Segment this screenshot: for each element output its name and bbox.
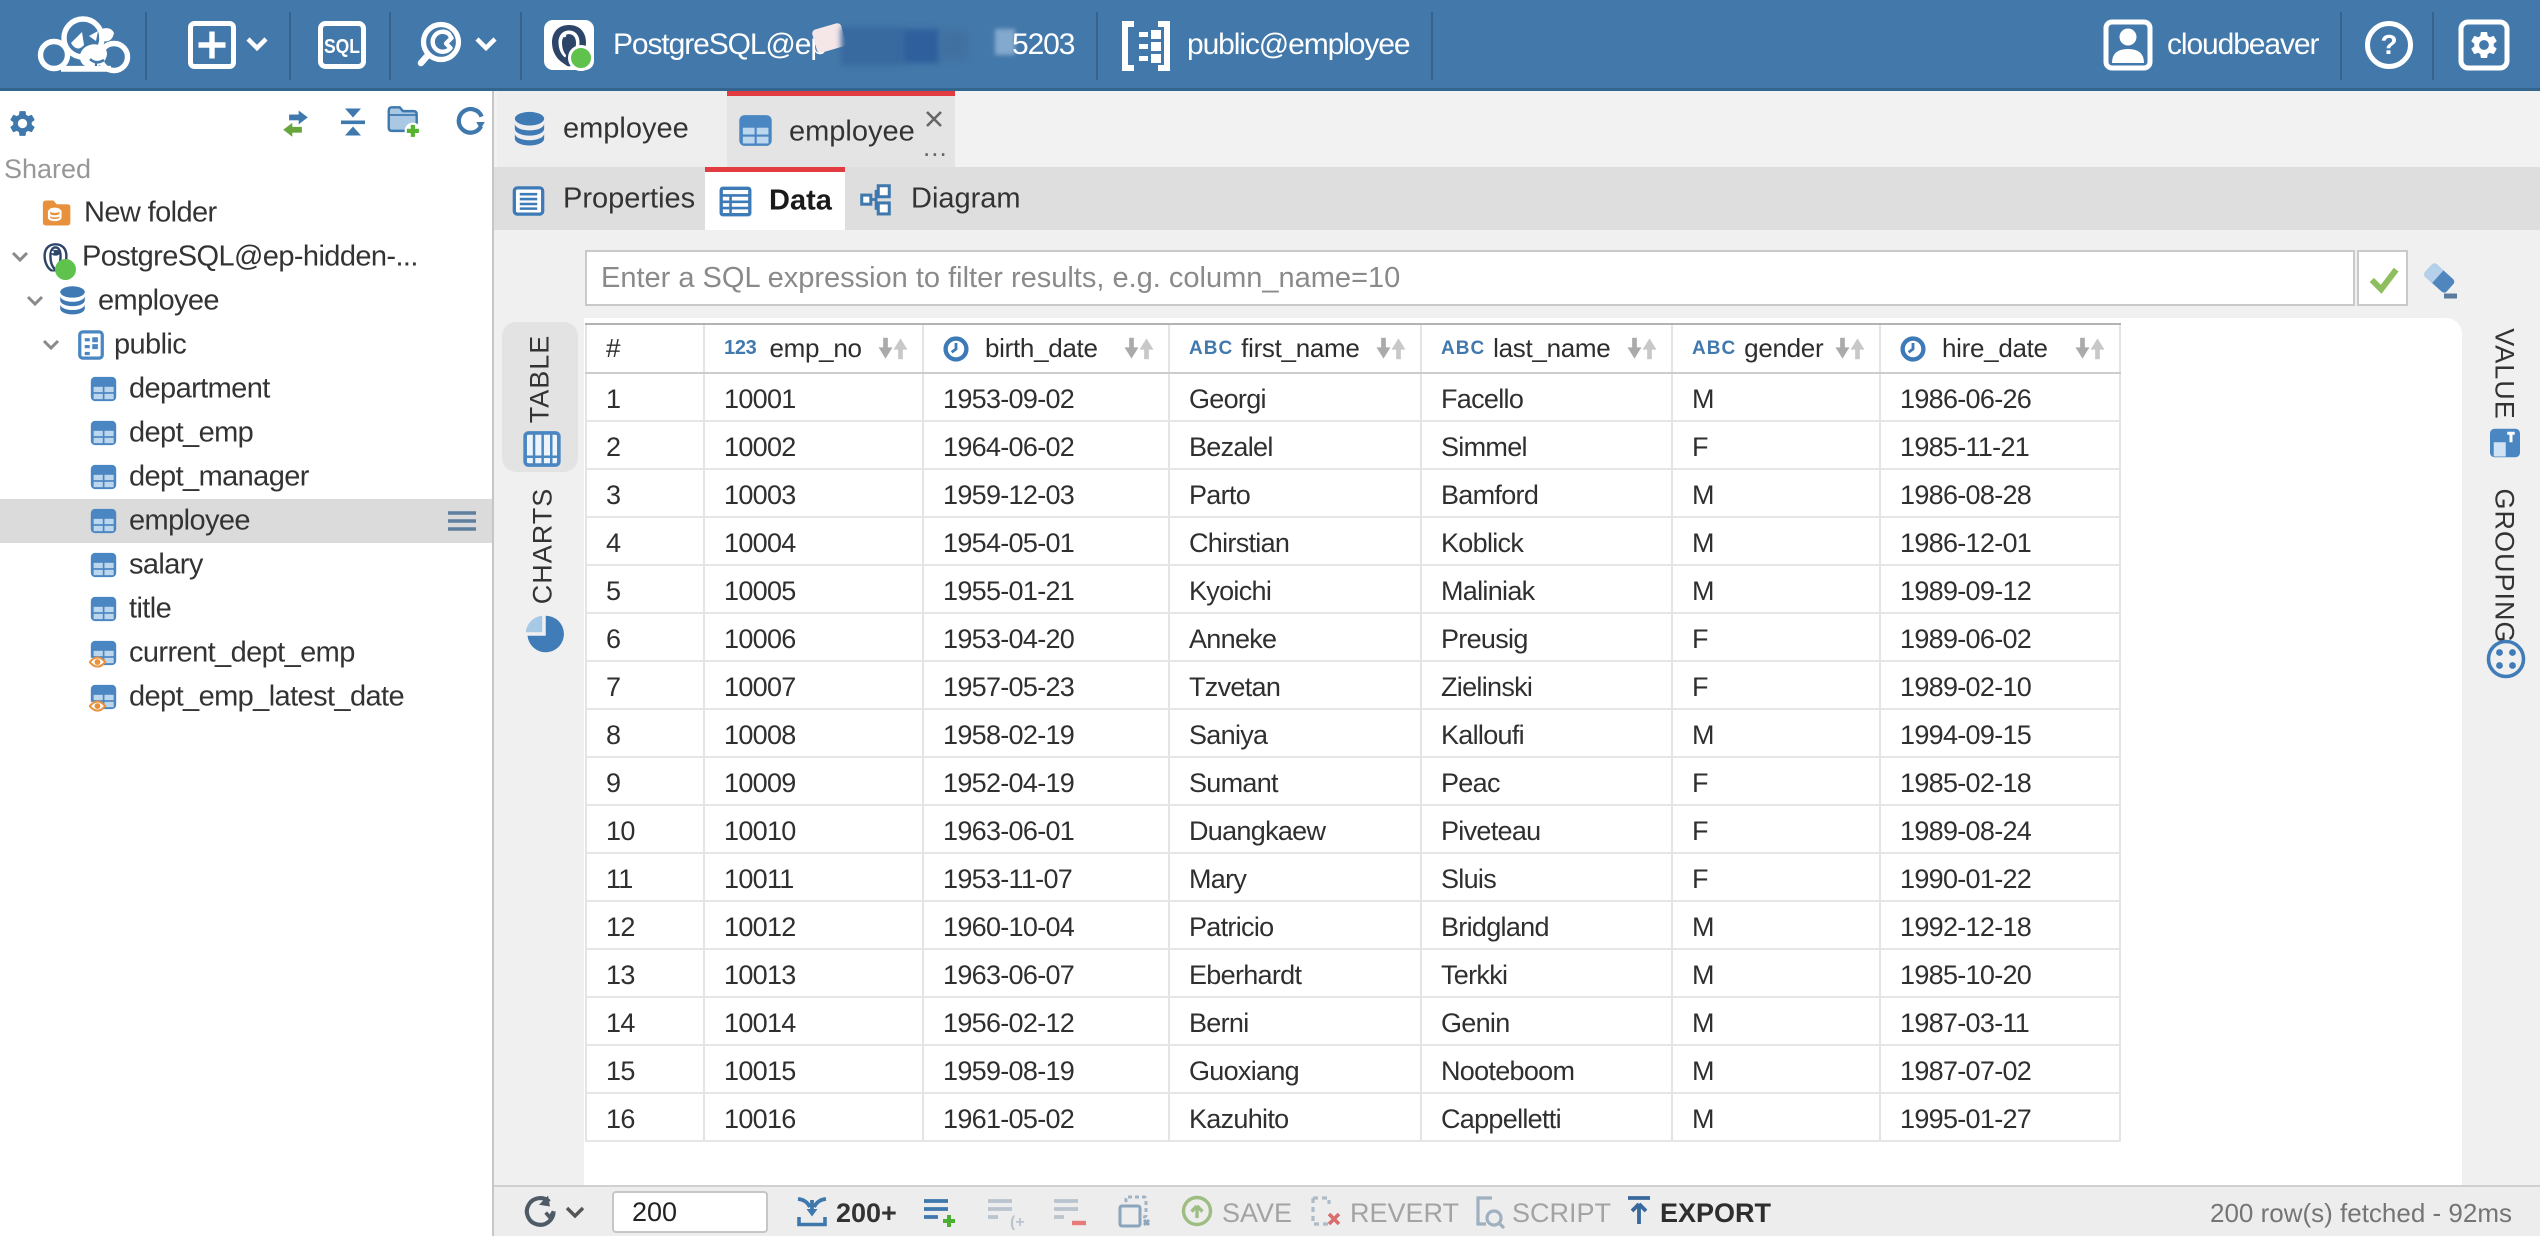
- svg-text:SQL: SQL: [324, 36, 360, 58]
- svg-text:?: ?: [2380, 29, 2397, 60]
- svg-text:(+): (+): [1010, 1214, 1024, 1230]
